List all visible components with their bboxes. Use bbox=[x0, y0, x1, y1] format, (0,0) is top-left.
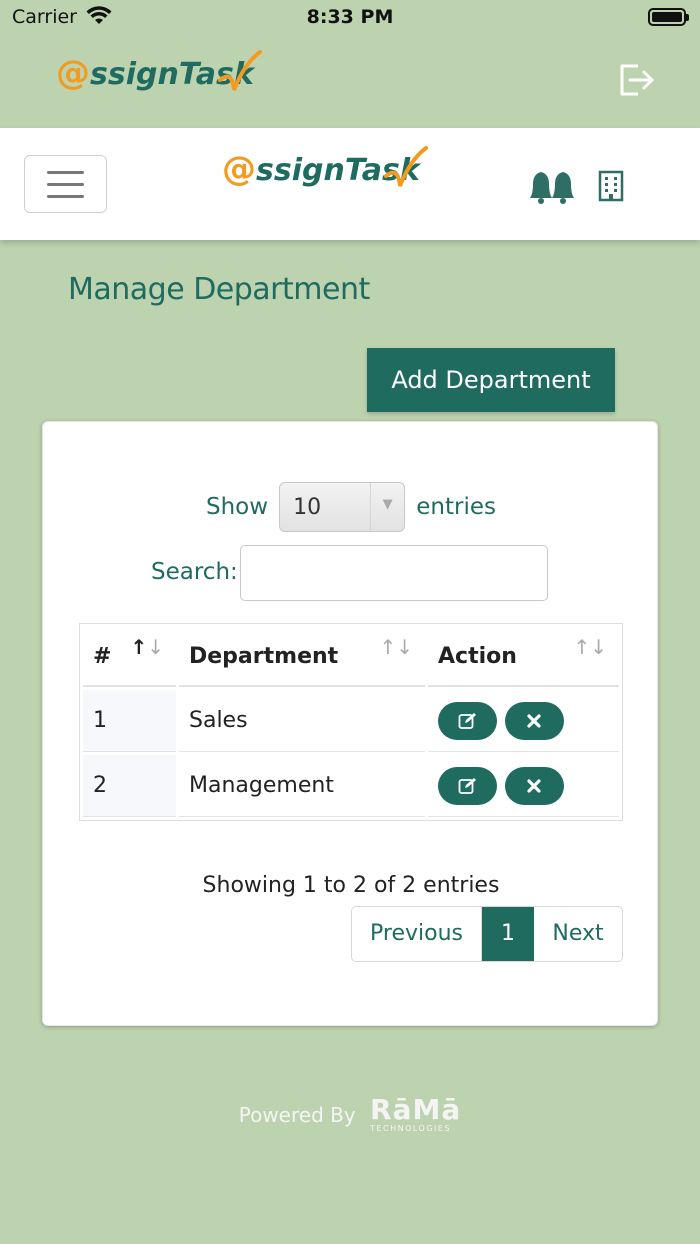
row-number: 1 bbox=[83, 690, 176, 752]
logo-tick-icon bbox=[383, 146, 428, 187]
row-department: Management bbox=[179, 755, 425, 817]
bell-icon[interactable] bbox=[527, 168, 577, 208]
hamburger-line bbox=[47, 171, 84, 174]
table-info: Showing 1 to 2 of 2 entries bbox=[202, 873, 500, 898]
building-icon[interactable] bbox=[598, 170, 624, 206]
delete-icon bbox=[527, 713, 541, 728]
search-label: Search: bbox=[151, 559, 238, 585]
powered-by-label: Powered By bbox=[238, 1103, 356, 1127]
page-title: Manage Department bbox=[68, 272, 370, 307]
logo-word: ssign bbox=[256, 153, 345, 188]
column-header-department[interactable]: Department ↑↓ bbox=[179, 627, 425, 687]
column-header-label: Action bbox=[438, 643, 517, 669]
logo-at: @ bbox=[222, 149, 256, 189]
table-header-row: # ↑↓ Department ↑↓ Action ↑↓ bbox=[83, 627, 619, 687]
status-bar: Carrier 8:33 PM bbox=[0, 0, 700, 36]
logo-at: @ bbox=[56, 53, 90, 93]
column-header-label: Department bbox=[189, 643, 339, 669]
delete-icon bbox=[527, 778, 541, 793]
chevron-down-icon: ▼ bbox=[370, 483, 404, 531]
logo-tick-icon bbox=[217, 50, 262, 91]
row-actions bbox=[428, 755, 619, 817]
hamburger-menu-button[interactable] bbox=[24, 155, 107, 213]
company-subtitle: TECHNOLOGIES bbox=[370, 1124, 452, 1133]
sort-icon: ↑↓ bbox=[379, 635, 413, 659]
pagination: Previous 1 Next bbox=[351, 906, 623, 962]
row-actions bbox=[428, 690, 619, 752]
clock: 8:33 PM bbox=[306, 6, 394, 28]
table-row: 2 Management bbox=[83, 755, 619, 817]
entries-select-value: 10 bbox=[293, 495, 322, 520]
table-row: 1 Sales bbox=[83, 690, 619, 752]
entries-length-control: Show 10 ▼ entries bbox=[43, 482, 659, 532]
hamburger-line bbox=[47, 195, 84, 198]
entries-label: entries bbox=[416, 494, 496, 520]
next-page-button[interactable]: Next bbox=[534, 907, 622, 961]
edit-button[interactable] bbox=[438, 766, 497, 805]
sort-icon: ↑↓ bbox=[573, 635, 607, 659]
logo-word: ssign bbox=[90, 57, 179, 92]
column-header-label: # bbox=[93, 643, 112, 669]
company-name: RāMā bbox=[370, 1093, 462, 1126]
delete-button[interactable] bbox=[505, 701, 564, 740]
navbar: @ ssign Task bbox=[0, 128, 700, 240]
entries-select[interactable]: 10 ▼ bbox=[279, 482, 406, 532]
add-department-button[interactable]: Add Department bbox=[367, 348, 615, 412]
previous-page-button[interactable]: Previous bbox=[352, 907, 482, 961]
row-department: Sales bbox=[179, 690, 425, 752]
column-header-action[interactable]: Action ↑↓ bbox=[428, 627, 619, 687]
footer: Powered By RāMā TECHNOLOGIES bbox=[0, 1096, 700, 1134]
logout-icon[interactable] bbox=[616, 60, 656, 100]
edit-icon bbox=[458, 712, 476, 729]
hamburger-line bbox=[47, 183, 84, 186]
department-table: # ↑↓ Department ↑↓ Action ↑↓ 1 Sales 2 M… bbox=[79, 623, 623, 821]
search-input[interactable] bbox=[240, 545, 548, 601]
show-label: Show bbox=[206, 494, 269, 520]
sort-icon: ↑↓ bbox=[130, 635, 164, 659]
battery-icon bbox=[648, 8, 689, 26]
company-logo: RāMā TECHNOLOGIES bbox=[370, 1096, 461, 1134]
delete-button[interactable] bbox=[505, 766, 564, 805]
app-logo: @ ssign Task bbox=[56, 50, 262, 93]
navbar-logo: @ ssign Task bbox=[222, 146, 428, 189]
row-number: 2 bbox=[83, 755, 176, 817]
edit-icon bbox=[458, 777, 476, 794]
edit-button[interactable] bbox=[438, 701, 497, 740]
column-header-number[interactable]: # ↑↓ bbox=[83, 627, 176, 687]
department-table-card: Show 10 ▼ entries Search: # ↑↓ Departmen… bbox=[42, 421, 658, 1026]
app-topbar: @ ssign Task bbox=[0, 36, 700, 128]
page-1-button[interactable]: 1 bbox=[482, 907, 534, 961]
